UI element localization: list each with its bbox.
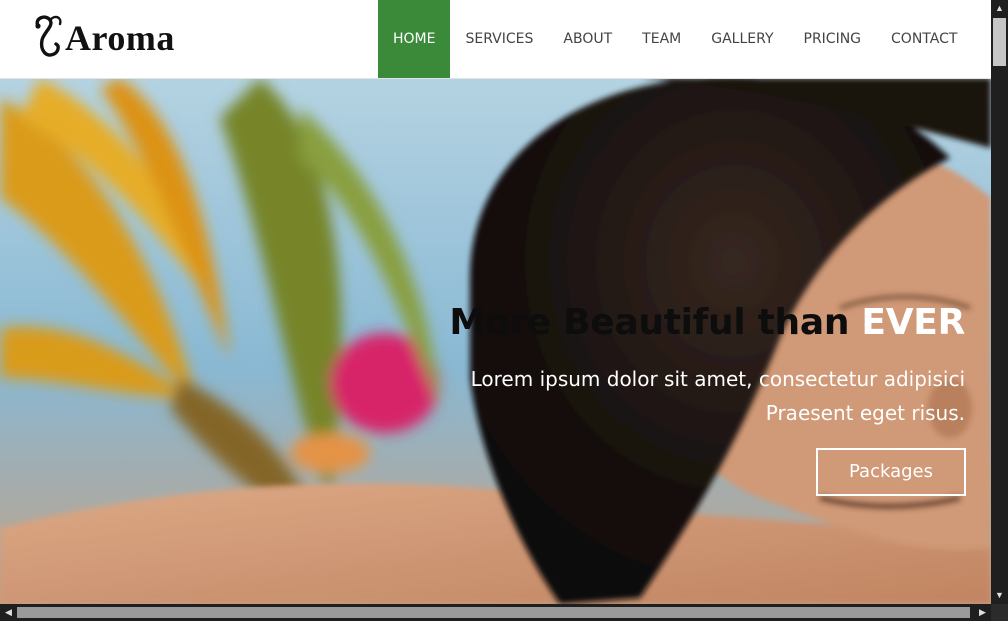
nav-item-home[interactable]: HOME [378,0,451,78]
hero-description-line2: Praesent eget risus. [765,401,965,425]
brand-logo[interactable]: Aroma [32,12,175,64]
hero-description-line1: Lorem ipsum dolor sit amet, consectetur … [470,367,965,391]
nav-item-services[interactable]: SERVICES [450,0,548,78]
ornate-letter-icon [35,15,62,57]
hero-title-main: More Beautiful than [449,302,862,343]
horizontal-scrollbar[interactable]: ◀ ▶ [0,604,991,621]
nav-item-pricing[interactable]: PRICING [789,0,877,78]
nav-item-contact[interactable]: CONTACT [876,0,972,78]
brand-name: Aroma [65,18,175,58]
main-nav: HOME SERVICES ABOUT TEAM GALLERY PRICING… [378,0,972,78]
vertical-scrollbar[interactable]: ▲ ▼ [991,0,1008,604]
hero-section: More Beautiful than EVER Lorem ipsum dol… [0,78,991,604]
nav-item-team[interactable]: TEAM [627,0,696,78]
site-header: Aroma HOME SERVICES ABOUT TEAM GALLERY P… [0,0,991,79]
hero-title: More Beautiful than EVER [449,302,965,343]
hero-description: Lorem ipsum dolor sit amet, consectetur … [445,362,965,430]
horizontal-scroll-thumb[interactable] [17,607,970,618]
nav-item-about[interactable]: ABOUT [548,0,627,78]
vertical-scroll-thumb[interactable] [993,18,1006,66]
scroll-down-arrow-icon[interactable]: ▼ [991,587,1008,604]
page: Aroma HOME SERVICES ABOUT TEAM GALLERY P… [0,0,991,604]
scroll-right-arrow-icon[interactable]: ▶ [974,604,991,621]
scroll-up-arrow-icon[interactable]: ▲ [991,0,1008,17]
packages-button[interactable]: Packages [816,448,966,496]
scroll-left-arrow-icon[interactable]: ◀ [0,604,17,621]
nav-item-gallery[interactable]: GALLERY [696,0,788,78]
hero-title-accent: EVER [861,302,965,343]
scrollbar-corner [991,604,1008,621]
